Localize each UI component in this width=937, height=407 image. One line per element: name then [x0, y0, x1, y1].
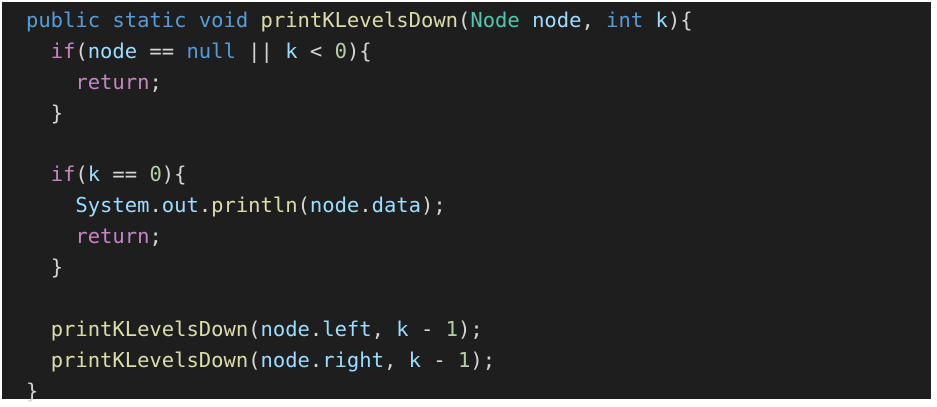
- code-token: null: [186, 38, 236, 63]
- code-token: data: [371, 193, 421, 218]
- code-token: if: [50, 162, 76, 187]
- code-block: public static void printKLevelsDown(Node…: [0, 0, 933, 403]
- code-token: println: [211, 193, 298, 218]
- code-token: public: [26, 8, 101, 32]
- code-token: if: [50, 38, 76, 63]
- code-line: }: [26, 98, 931, 129]
- code-token: 0: [149, 162, 162, 187]
- code-token: );: [458, 316, 483, 341]
- code-line: return;: [26, 67, 931, 98]
- code-token: ){: [161, 162, 187, 187]
- code-token: Node: [470, 8, 520, 32]
- code-content[interactable]: public static void printKLevelsDown(Node…: [26, 5, 931, 407]
- code-token: node: [260, 347, 310, 372]
- code-token: ==: [137, 38, 187, 63]
- code-token: }: [50, 255, 64, 280]
- code-token: (: [75, 38, 88, 63]
- code-token: );: [470, 347, 496, 372]
- code-token: node: [309, 193, 360, 218]
- code-token: ||: [235, 38, 286, 63]
- code-token: System: [75, 193, 150, 218]
- code-token: printKLevelsDown: [260, 8, 459, 32]
- code-token: (: [75, 162, 88, 187]
- code-token: 0: [334, 38, 347, 63]
- code-token: node: [532, 8, 582, 32]
- code-token: void: [198, 8, 249, 32]
- code-token: k: [408, 347, 421, 372]
- code-token: static: [112, 8, 187, 32]
- code-token: }: [50, 100, 64, 125]
- code-token: ){: [346, 38, 372, 63]
- code-token: .: [359, 193, 372, 218]
- code-token: .: [309, 316, 323, 341]
- code-token: .: [149, 193, 162, 218]
- code-token: .: [198, 193, 212, 218]
- code-line: System.out.println(node.data);: [26, 190, 931, 221]
- code-token: left: [322, 316, 372, 341]
- code-token: right: [322, 347, 384, 372]
- code-token: ==: [100, 162, 150, 187]
- code-line: printKLevelsDown(node.left, k - 1);: [26, 314, 931, 345]
- code-token: <: [297, 38, 335, 63]
- code-token: (: [248, 347, 261, 372]
- code-token: node: [87, 38, 138, 63]
- code-token: 1: [458, 347, 471, 372]
- code-token: k: [87, 162, 101, 187]
- code-token: return: [75, 69, 150, 94]
- code-token: k: [285, 38, 298, 63]
- code-token: ,: [383, 347, 409, 372]
- code-token: );: [421, 193, 446, 218]
- code-token: -: [408, 316, 446, 341]
- code-token: k: [655, 8, 668, 32]
- code-token: ,: [581, 8, 607, 32]
- code-token: }: [26, 378, 39, 403]
- code-token: 1: [445, 316, 459, 341]
- code-token: return: [75, 224, 150, 249]
- code-token: int: [606, 8, 644, 32]
- code-token: .: [309, 347, 323, 372]
- code-line: if(k == 0){: [26, 159, 931, 190]
- code-token: node: [260, 316, 310, 341]
- code-token: (: [248, 316, 261, 341]
- code-line: printKLevelsDown(node.right, k - 1);: [26, 345, 931, 376]
- code-token: printKLevelsDown: [50, 316, 249, 341]
- code-token: ;: [149, 69, 162, 94]
- code-token: (: [297, 193, 310, 218]
- code-line: public static void printKLevelsDown(Node…: [26, 5, 931, 36]
- code-token: (: [458, 8, 471, 32]
- code-token: printKLevelsDown: [50, 347, 249, 372]
- code-line: if(node == null || k < 0){: [26, 36, 931, 67]
- code-token: out: [161, 193, 199, 218]
- code-token: ,: [371, 316, 397, 341]
- code-token: -: [420, 347, 459, 372]
- code-token: k: [396, 316, 409, 341]
- code-token: ;: [149, 224, 162, 249]
- code-line: }: [26, 252, 931, 283]
- code-token: ){: [667, 8, 693, 32]
- code-line: return;: [26, 221, 931, 252]
- code-line: }: [26, 376, 931, 407]
